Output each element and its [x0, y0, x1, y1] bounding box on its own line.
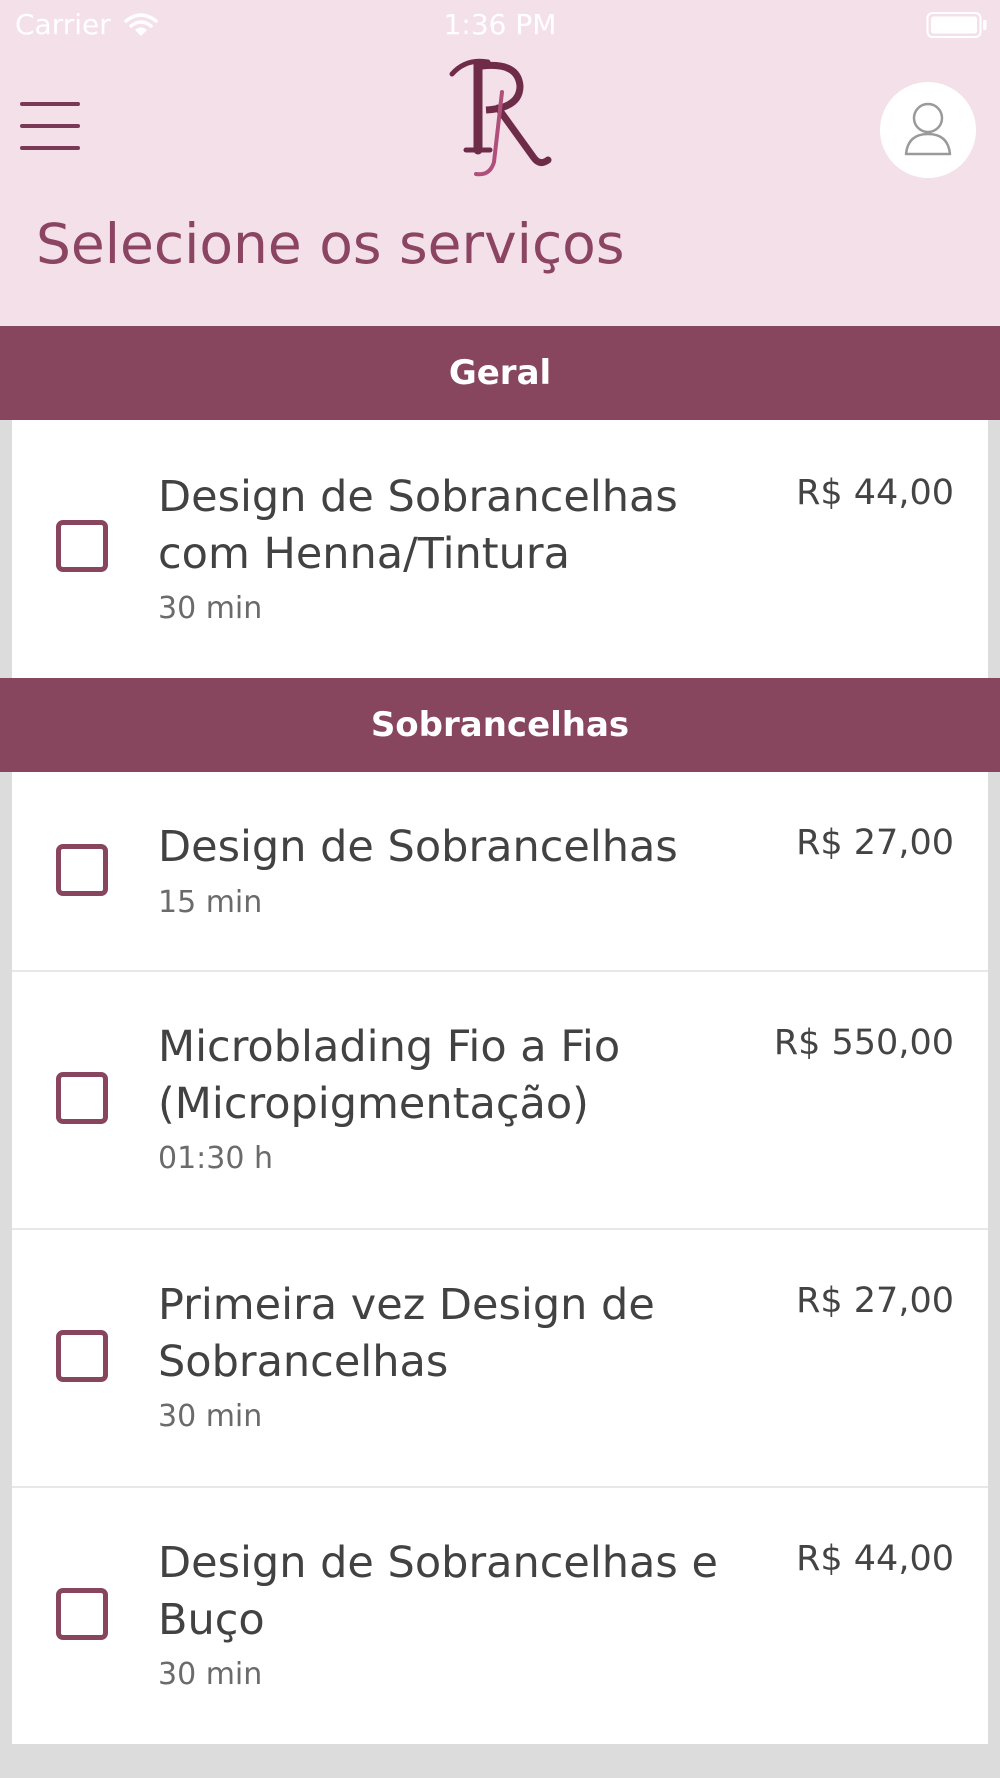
service-item[interactable]: Design de Sobrancelhas e Buço 30 min R$ … [12, 1488, 988, 1744]
service-item[interactable]: Microblading Fio a Fio (Micropigmentação… [12, 972, 988, 1230]
service-name: Primeira vez Design de Sobrancelhas [158, 1280, 655, 1387]
service-checkbox[interactable] [56, 1588, 108, 1640]
service-duration: 15 min [158, 885, 263, 920]
service-duration: 30 min [158, 1657, 263, 1692]
service-price: R$ 44,00 [796, 473, 954, 513]
section-header-sobrancelhas: Sobrancelhas [0, 678, 1000, 772]
service-price: R$ 27,00 [796, 1281, 954, 1321]
service-checkbox[interactable] [56, 844, 108, 896]
service-duration: 01:30 h [158, 1141, 274, 1176]
service-item[interactable]: Design de Sobrancelhas 15 min R$ 27,00 [12, 772, 988, 972]
service-price: R$ 27,00 [796, 823, 954, 863]
page-title: Selecione os serviços [36, 212, 625, 276]
status-bar: Carrier 1:36 PM [0, 0, 1000, 50]
rk-monogram-logo [449, 58, 552, 177]
status-time: 1:36 PM [443, 8, 557, 41]
service-checkbox[interactable] [56, 1072, 108, 1124]
service-price: R$ 550,00 [773, 1023, 954, 1063]
service-item[interactable]: Design de Sobrancelhas com Henna/Tintura… [12, 420, 988, 678]
hamburger-menu-icon[interactable] [18, 98, 84, 154]
service-price: R$ 44,00 [796, 1539, 954, 1579]
user-avatar-icon [904, 102, 952, 156]
service-item[interactable]: Primeira vez Design de Sobrancelhas 30 m… [12, 1230, 988, 1488]
service-name: Microblading Fio a Fio (Micropigmentação… [158, 1022, 621, 1129]
battery-icon [926, 12, 987, 38]
service-name: Design de Sobrancelhas e Buço [158, 1538, 718, 1645]
service-duration: 30 min [158, 591, 263, 626]
service-list-sobrancelhas: Design de Sobrancelhas 15 min R$ 27,00 M… [12, 772, 988, 1744]
service-duration: 30 min [158, 1399, 263, 1434]
service-name: Design de Sobrancelhas com Henna/Tintura [158, 472, 678, 579]
user-avatar-button[interactable] [880, 82, 976, 178]
service-list-geral: Design de Sobrancelhas com Henna/Tintura… [12, 420, 988, 678]
service-name: Design de Sobrancelhas [158, 822, 678, 872]
service-checkbox[interactable] [56, 1330, 108, 1382]
section-header-geral: Geral [0, 326, 1000, 420]
app-header: Carrier 1:36 PM Selecione os serviços [0, 0, 1000, 326]
service-checkbox[interactable] [56, 520, 108, 572]
